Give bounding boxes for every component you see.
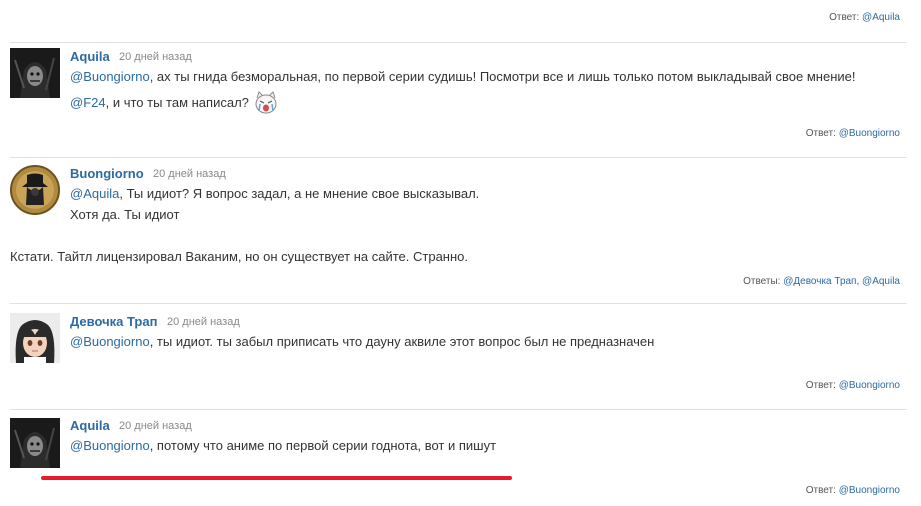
comment-author[interactable]: Buongiorno [70, 166, 144, 181]
reply-label: Ответ: [805, 128, 836, 139]
comment-text: @Aquila, Ты идиот? Я вопрос задал, а не … [70, 186, 479, 202]
reply-line: Ответ: @Buongiorno [806, 380, 900, 391]
mention-link[interactable]: @Buongiorno [70, 438, 150, 453]
reply-line: Ответ: @Buongiorno [806, 128, 900, 139]
comment-line: , и что ты там написал? [105, 95, 249, 110]
comment-line: , потому что аниме по первой серии годно… [149, 438, 497, 453]
avatar[interactable] [10, 418, 60, 468]
comment-author[interactable]: Девочка Трап [70, 314, 157, 329]
avatar[interactable] [10, 48, 60, 98]
comment-author[interactable]: Aquila [70, 418, 110, 433]
comment-date: 20 дней назад [153, 168, 226, 180]
mention-link[interactable]: @Aquila [70, 186, 119, 201]
crying-cat-emoji [252, 89, 280, 117]
reply-link[interactable]: @Aquila [862, 12, 900, 23]
comment-date: 20 дней назад [119, 420, 192, 432]
comment-text: @F24, и что ты там написал? [70, 95, 249, 111]
comment-text: @Buongiorno, ах ты гнида безморальная, п… [70, 69, 856, 85]
reply-link[interactable]: @Buongiorno [839, 128, 900, 139]
mention-link[interactable]: @Buongiorno [70, 69, 150, 84]
reply-link[interactable]: @Девочка Трап [783, 276, 856, 287]
comment-line: Кстати. Тайтл лицензировал Ваканим, но о… [10, 249, 469, 264]
avatar[interactable] [10, 313, 60, 363]
mention-link[interactable]: @Buongiorno [70, 334, 150, 349]
comment-date: 20 дней назад [119, 51, 192, 63]
comment-text: Кстати. Тайтл лицензировал Ваканим, но о… [10, 249, 468, 265]
comment-line: Хотя да. Ты идиот [70, 207, 180, 222]
reply-link[interactable]: @Buongiorno [839, 380, 900, 391]
reply-link[interactable]: @Buongiorno [839, 485, 900, 496]
reply-line: Ответ: @Buongiorno [806, 485, 900, 496]
reply-label: Ответы: [743, 276, 781, 287]
comment-text: @Buongiorno, потому что аниме по первой … [70, 438, 496, 454]
comment-line: , ах ты гнида безморальная, по первой се… [149, 69, 856, 84]
reply-label: Ответ: [805, 485, 836, 496]
comment-separator [10, 42, 907, 43]
reply-label: Ответ: [805, 380, 836, 391]
comment-text: Хотя да. Ты идиот [70, 207, 179, 223]
comment-line: , ты идиот. ты забыл приписать что дауну… [149, 334, 655, 349]
comment-separator [10, 409, 907, 410]
comment-line: , Ты идиот? Я вопрос задал, а не мнение … [119, 186, 480, 201]
avatar[interactable] [10, 165, 60, 215]
comment-text: @Buongiorno, ты идиот. ты забыл приписат… [70, 334, 654, 350]
reply-label: Ответ: [829, 12, 860, 23]
reply-line: Ответ: @Aquila [829, 12, 900, 23]
mention-link[interactable]: @F24 [70, 95, 106, 110]
reply-link[interactable]: @Aquila [862, 276, 900, 287]
comment-separator [10, 157, 907, 158]
comment-author[interactable]: Aquila [70, 49, 110, 64]
reply-line: Ответы: @Девочка Трап, @Aquila [743, 276, 900, 287]
red-highlight-underline [41, 476, 512, 480]
comment-date: 20 дней назад [167, 316, 240, 328]
comment-separator [10, 303, 907, 304]
